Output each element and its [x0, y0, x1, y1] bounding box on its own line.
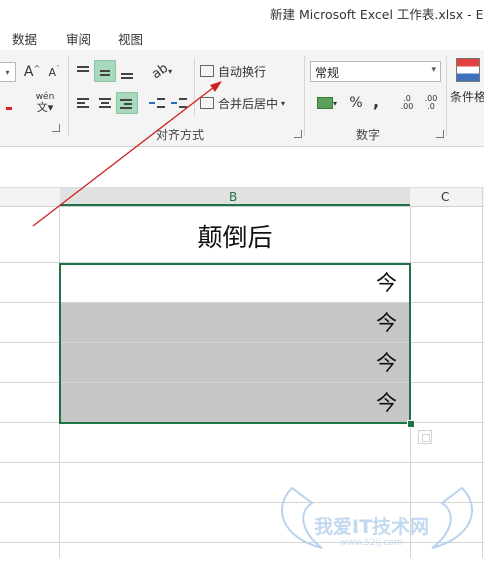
arrow-head-icon [210, 81, 222, 92]
watermark: 我爱IT技术网 www.52ij.com [262, 478, 484, 558]
watermark-url: www.52ij.com [340, 538, 403, 548]
watermark-text: 我爱IT技术网 [314, 516, 430, 538]
annotation-arrow [32, 81, 222, 227]
right-wing [431, 486, 473, 549]
arrow-line [32, 83, 219, 227]
